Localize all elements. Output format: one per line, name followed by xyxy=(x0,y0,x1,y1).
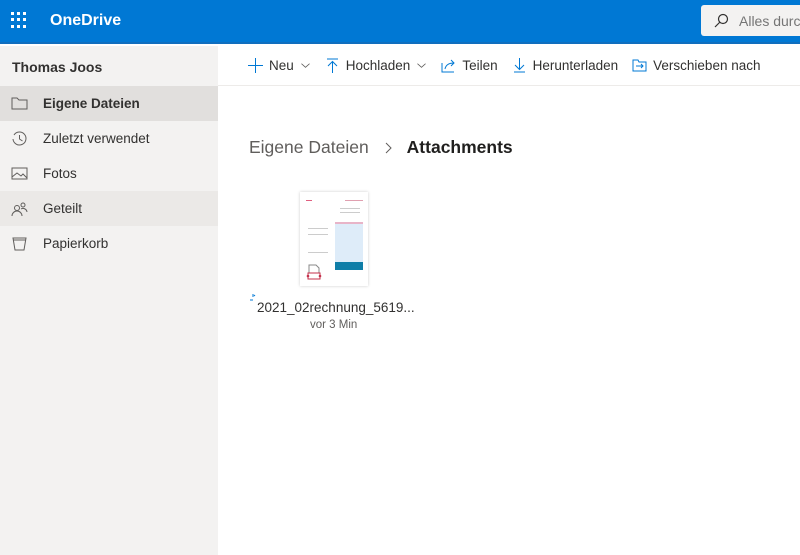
search-icon xyxy=(714,13,729,27)
chevron-down-icon xyxy=(417,63,427,68)
new-button[interactable]: Neu xyxy=(248,58,311,73)
download-label: Herunterladen xyxy=(532,58,619,73)
move-to-button[interactable]: Verschieben nach xyxy=(632,58,760,73)
chevron-down-icon xyxy=(300,63,310,68)
breadcrumb-current: Attachments xyxy=(406,137,513,157)
command-bar: Neu Hochladen Teilen Herunterladen Versc… xyxy=(218,46,800,86)
share-icon xyxy=(441,59,456,73)
sidebar: Thomas Joos Eigene Dateien Zuletzt verwe… xyxy=(0,46,218,555)
sidebar-item-shared[interactable]: Geteilt xyxy=(0,191,218,226)
file-modified: vor 3 Min xyxy=(310,319,358,331)
sidebar-item-recycle-bin[interactable]: Papierkorb xyxy=(0,226,218,261)
chevron-right-icon xyxy=(385,142,392,153)
upload-button[interactable]: Hochladen xyxy=(325,58,428,73)
download-button[interactable]: Herunterladen xyxy=(512,58,619,73)
file-name[interactable]: 2021_02rechnung_5619... xyxy=(257,300,415,315)
share-button[interactable]: Teilen xyxy=(441,58,498,73)
app-launcher-icon[interactable] xyxy=(11,12,27,28)
download-icon xyxy=(513,58,525,73)
upload-label: Hochladen xyxy=(345,58,411,73)
file-thumbnail[interactable] xyxy=(300,192,368,286)
share-label: Teilen xyxy=(462,58,498,73)
plus-icon xyxy=(248,58,263,73)
people-icon xyxy=(11,202,28,217)
image-icon xyxy=(11,167,28,180)
breadcrumb-parent[interactable]: Eigene Dateien xyxy=(249,137,369,158)
sidebar-item-label: Papierkorb xyxy=(43,236,109,251)
history-icon xyxy=(12,131,27,146)
sidebar-item-label: Eigene Dateien xyxy=(43,96,140,111)
top-bar: OneDrive xyxy=(0,0,800,44)
sidebar-item-label: Fotos xyxy=(43,166,77,181)
folder-icon xyxy=(11,97,28,110)
user-name: Thomas Joos xyxy=(0,46,218,86)
sidebar-item-label: Zuletzt verwendet xyxy=(43,131,150,146)
pdf-file-icon xyxy=(306,264,322,280)
sync-spinner-icon xyxy=(250,294,256,301)
recycle-bin-icon xyxy=(12,237,27,251)
move-to-label: Verschieben nach xyxy=(653,58,761,73)
sidebar-item-photos[interactable]: Fotos xyxy=(0,156,218,191)
breadcrumb: Eigene Dateien Attachments xyxy=(249,137,513,158)
sidebar-item-label: Geteilt xyxy=(43,201,83,216)
sidebar-item-my-files[interactable]: Eigene Dateien xyxy=(0,86,218,121)
app-name[interactable]: OneDrive xyxy=(50,12,121,30)
upload-icon xyxy=(326,58,338,73)
move-to-icon xyxy=(632,59,647,72)
search-input[interactable] xyxy=(739,12,800,29)
sidebar-item-recent[interactable]: Zuletzt verwendet xyxy=(0,121,218,156)
search-box[interactable] xyxy=(701,5,800,36)
new-label: Neu xyxy=(269,58,294,73)
